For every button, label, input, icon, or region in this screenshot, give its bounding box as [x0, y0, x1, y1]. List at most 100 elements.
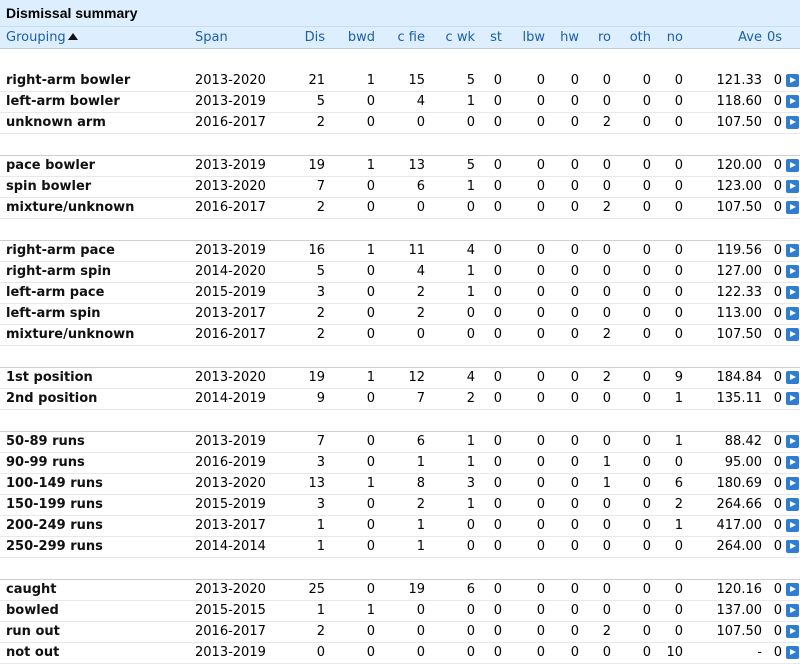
- play-arrow-icon[interactable]: [786, 371, 799, 384]
- table-body: right-arm bowler 2013-2020 21 1 15 5 0 0 0 0 0 0 121…: [0, 48, 800, 664]
- column-header-bwd[interactable]: bwd: [329, 27, 379, 49]
- cell-grouping: spin bowler: [0, 176, 193, 198]
- play-arrow-icon[interactable]: [786, 625, 799, 638]
- row-link-cell: [786, 579, 800, 601]
- column-header-grouping[interactable]: Grouping: [0, 27, 193, 49]
- cell-span: 2015-2015: [193, 600, 281, 622]
- column-header-no[interactable]: no: [655, 27, 687, 49]
- cell-span: 2013-2020: [193, 70, 281, 92]
- play-arrow-icon[interactable]: [786, 604, 799, 617]
- cell-ro: 0: [583, 388, 615, 410]
- row-link-cell: [786, 176, 800, 198]
- column-header-span[interactable]: Span: [193, 27, 281, 49]
- cell-oth: 0: [615, 515, 655, 537]
- cell-lbw: 0: [506, 303, 549, 325]
- column-header-c-wk[interactable]: c wk: [429, 27, 479, 49]
- cell-ave: 127.00: [687, 261, 766, 283]
- cell-bwd: 0: [329, 536, 379, 558]
- cell-c-wk: 5: [429, 70, 479, 92]
- play-arrow-icon[interactable]: [786, 519, 799, 532]
- cell-grouping: right-arm spin: [0, 261, 193, 283]
- column-header-lbw[interactable]: lbw: [506, 27, 549, 49]
- cell-st: 0: [479, 452, 506, 474]
- cell-0s: 0: [766, 303, 786, 325]
- cell-span: 2016-2017: [193, 112, 281, 134]
- cell-dis: 7: [281, 431, 329, 453]
- cell-grouping: left-arm bowler: [0, 91, 193, 113]
- cell-c-fie: 7: [379, 388, 429, 410]
- cell-hw: 0: [549, 112, 583, 134]
- column-header-ro[interactable]: ro: [583, 27, 615, 49]
- cell-lbw: 0: [506, 473, 549, 495]
- cell-hw: 0: [549, 367, 583, 389]
- play-arrow-icon[interactable]: [786, 540, 799, 553]
- sort-link-grouping[interactable]: Grouping: [6, 30, 66, 45]
- separator-cell: [0, 218, 800, 241]
- play-arrow-icon[interactable]: [786, 159, 799, 172]
- sort-ascending-icon[interactable]: [67, 32, 78, 40]
- play-arrow-icon[interactable]: [786, 328, 799, 341]
- cell-oth: 0: [615, 261, 655, 283]
- cell-oth: 0: [615, 91, 655, 113]
- cell-0s: 0: [766, 621, 786, 643]
- cell-st: 0: [479, 388, 506, 410]
- play-arrow-icon[interactable]: [786, 477, 799, 490]
- play-arrow-icon[interactable]: [786, 286, 799, 299]
- column-header-dis[interactable]: Dis: [281, 27, 329, 49]
- play-arrow-icon[interactable]: [786, 180, 799, 193]
- column-header-c-fie[interactable]: c fie: [379, 27, 429, 49]
- row-link-cell: [786, 155, 800, 177]
- play-arrow-icon[interactable]: [786, 498, 799, 511]
- cell-c-wk: 0: [429, 621, 479, 643]
- play-arrow-icon[interactable]: [786, 265, 799, 278]
- cell-hw: 0: [549, 303, 583, 325]
- cell-0s: 0: [766, 600, 786, 622]
- row-link-cell: [786, 621, 800, 643]
- play-arrow-icon[interactable]: [786, 456, 799, 469]
- play-arrow-icon[interactable]: [786, 307, 799, 320]
- column-header-ave[interactable]: Ave: [687, 27, 766, 49]
- cell-0s: 0: [766, 324, 786, 346]
- cell-oth: 0: [615, 70, 655, 92]
- cell-ave: 135.11: [687, 388, 766, 410]
- cell-grouping: 250-299 runs: [0, 536, 193, 558]
- play-arrow-icon[interactable]: [786, 73, 799, 87]
- table-row: 2nd position 2014-2019 9 0 7 2 0 0 0 0 0 1 135.11 0: [0, 388, 800, 410]
- play-arrow-icon[interactable]: [786, 244, 799, 257]
- cell-0s: 0: [766, 452, 786, 474]
- cell-dis: 3: [281, 494, 329, 516]
- column-header-oth[interactable]: oth: [615, 27, 655, 49]
- column-header-hw[interactable]: hw: [549, 27, 583, 49]
- play-arrow-icon[interactable]: [786, 201, 799, 214]
- play-arrow-icon[interactable]: [786, 116, 799, 129]
- cell-no: 0: [655, 197, 687, 219]
- cell-span: 2013-2019: [193, 240, 281, 262]
- cell-bwd: 0: [329, 515, 379, 537]
- cell-oth: 0: [615, 600, 655, 622]
- cell-ro: 2: [583, 112, 615, 134]
- cell-hw: 0: [549, 515, 583, 537]
- cell-ro: 0: [583, 494, 615, 516]
- cell-dis: 16: [281, 240, 329, 262]
- cell-c-fie: 2: [379, 282, 429, 304]
- play-arrow-icon[interactable]: [786, 646, 799, 659]
- column-header-0s[interactable]: 0s: [766, 27, 786, 49]
- cell-no: 9: [655, 367, 687, 389]
- play-arrow-icon[interactable]: [786, 95, 799, 108]
- cell-span: 2016-2017: [193, 197, 281, 219]
- cell-ave: 417.00: [687, 515, 766, 537]
- cell-0s: 0: [766, 91, 786, 113]
- play-arrow-icon[interactable]: [786, 435, 799, 448]
- cell-bwd: 1: [329, 70, 379, 92]
- column-header-st[interactable]: st: [479, 27, 506, 49]
- cell-no: 0: [655, 536, 687, 558]
- play-arrow-icon[interactable]: [786, 583, 799, 596]
- cell-lbw: 0: [506, 642, 549, 664]
- cell-bwd: 0: [329, 621, 379, 643]
- play-arrow-icon[interactable]: [786, 392, 799, 405]
- column-header-blank: [786, 27, 800, 49]
- cell-no: 0: [655, 261, 687, 283]
- cell-lbw: 0: [506, 70, 549, 92]
- cell-span: 2013-2020: [193, 176, 281, 198]
- cell-grouping: left-arm spin: [0, 303, 193, 325]
